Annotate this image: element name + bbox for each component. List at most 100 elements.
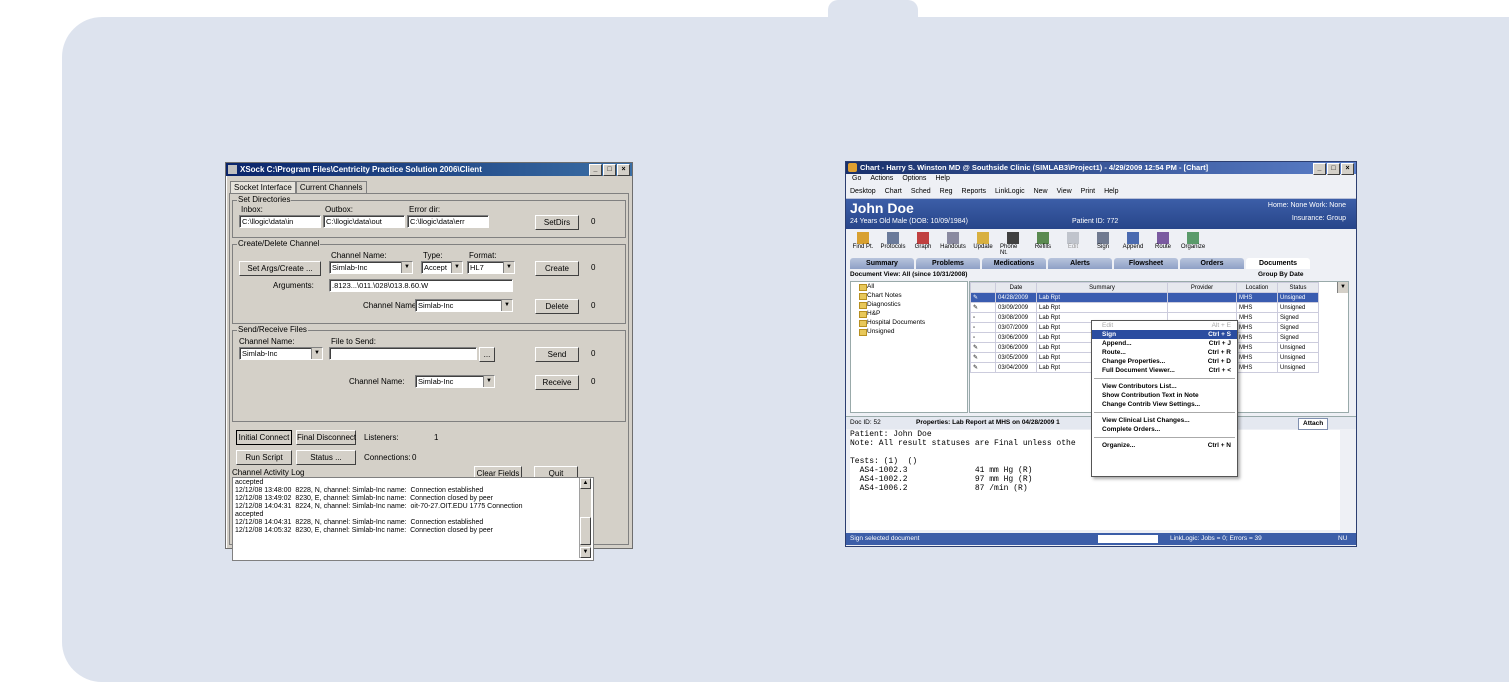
organize-button[interactable]: Organize	[1180, 230, 1206, 256]
toolbar-print[interactable]: Print	[1081, 188, 1095, 195]
type-select[interactable]: Accept	[421, 261, 463, 274]
outbox-field[interactable]: C:\llogic\data\out	[323, 215, 405, 228]
create-button[interactable]: Create	[535, 261, 579, 276]
context-menu-item-route[interactable]: Route... Ctrl + R	[1092, 348, 1237, 357]
final-disconnect-button[interactable]: Final Disconnect	[296, 430, 356, 445]
graph-button[interactable]: Graph	[910, 230, 936, 256]
minimize-icon[interactable]: _	[589, 164, 602, 176]
tab-alerts[interactable]: Alerts	[1048, 258, 1112, 269]
refills-button[interactable]: Refills	[1030, 230, 1056, 256]
context-menu-item-view-clinical-list-changes[interactable]: View Clinical List Changes...	[1092, 416, 1237, 425]
toolbar-view[interactable]: View	[1057, 188, 1072, 195]
toolbar-reg[interactable]: Reg	[940, 188, 953, 195]
table-row[interactable]: ✎ 03/09/2009 Lab Rpt MHS Unsigned	[970, 302, 1320, 313]
initial-connect-button[interactable]: Initial Connect	[236, 430, 292, 445]
error-dir-field[interactable]: C:\llogic\data\err	[407, 215, 489, 228]
scroll-thumb[interactable]	[580, 517, 591, 545]
tab-socket-interface[interactable]: Socket Interface	[230, 181, 296, 193]
context-menu-item-full-document-viewer[interactable]: Full Document Viewer... Ctrl + <	[1092, 366, 1237, 375]
tab-current-channels[interactable]: Current Channels	[295, 181, 367, 193]
tree-item-unsigned[interactable]: Unsigned	[851, 327, 967, 336]
context-menu-item-show-contribution-text-in-note[interactable]: Show Contribution Text in Note	[1092, 391, 1237, 400]
context-menu-item-change-contrib-view-settings[interactable]: Change Contrib View Settings...	[1092, 400, 1237, 409]
col-provider[interactable]: Provider	[1167, 282, 1237, 293]
find-pt-button[interactable]: Find Pt.	[850, 230, 876, 256]
update-button[interactable]: Update	[970, 230, 996, 256]
context-menu-item-edit[interactable]: Edit Alt + E	[1092, 321, 1237, 330]
file-to-send-field[interactable]	[329, 347, 477, 360]
append-button[interactable]: Append	[1120, 230, 1146, 256]
inbox-field[interactable]: C:\llogic\data\in	[239, 215, 321, 228]
toolbar-chart[interactable]: Chart	[885, 188, 902, 195]
activity-log[interactable]: accepted 12/12/08 13:48:00 8228, N, chan…	[232, 477, 594, 561]
tree-item-chart-notes[interactable]: Chart Notes	[851, 291, 967, 300]
sign-button[interactable]: Sign	[1090, 230, 1116, 256]
maximize-icon[interactable]: □	[603, 164, 616, 176]
tab-orders[interactable]: Orders	[1180, 258, 1244, 269]
group-by-date-checkbox[interactable]: Group By Date	[1258, 271, 1304, 278]
tree-item-all[interactable]: All	[851, 282, 967, 291]
toolbar-help[interactable]: Help	[1104, 188, 1118, 195]
route-button[interactable]: Route	[1150, 230, 1176, 256]
channel-name-select[interactable]: Simlab-Inc	[329, 261, 413, 274]
chart-minimize-icon[interactable]: _	[1313, 163, 1326, 175]
set-args-create-button[interactable]: Set Args/Create ...	[239, 261, 321, 276]
tree-item-diagnostics[interactable]: Diagnostics	[851, 300, 967, 309]
delete-button[interactable]: Delete	[535, 299, 579, 314]
col-location[interactable]: Location	[1236, 282, 1278, 293]
channel-name-delete-select[interactable]: Simlab-Inc	[415, 299, 513, 312]
activity-log-scrollbar[interactable]: ▲ ▼	[579, 478, 591, 558]
set-dirs-button[interactable]: SetDirs	[535, 215, 579, 230]
chart-close-icon[interactable]: ×	[1341, 163, 1354, 175]
close-icon[interactable]: ×	[617, 164, 630, 176]
col-icon[interactable]	[970, 282, 996, 293]
scroll-down-icon[interactable]: ▼	[580, 547, 591, 558]
attach-button[interactable]: Attach	[1298, 418, 1329, 430]
context-menu-item-append[interactable]: Append... Ctrl + J	[1092, 339, 1237, 348]
context-menu-item-organize[interactable]: Organize... Ctrl + N	[1092, 441, 1237, 450]
receive-button[interactable]: Receive	[535, 375, 579, 390]
xsock-title-bar[interactable]: XSock C:\Program Files\Centricity Practi…	[226, 163, 632, 176]
tab-flowsheet[interactable]: Flowsheet	[1114, 258, 1178, 269]
tab-documents[interactable]: Documents	[1246, 258, 1310, 269]
toolbar-linklogic[interactable]: LinkLogic	[995, 188, 1025, 195]
toolbar-new[interactable]: New	[1034, 188, 1048, 195]
protocols-button[interactable]: Protocols	[880, 230, 906, 256]
context-menu-item-complete-orders[interactable]: Complete Orders...	[1092, 425, 1237, 434]
send-channel-select[interactable]: Simlab-Inc	[239, 347, 323, 360]
handouts-button[interactable]: Handouts	[940, 230, 966, 256]
arguments-field[interactable]: .8123...\011.\028\013.8.60.W	[329, 279, 513, 292]
browse-button[interactable]: ...	[479, 347, 495, 362]
menu-go[interactable]: Go	[852, 174, 861, 184]
table-row[interactable]: ✎ 04/28/2009 Lab Rpt MHS Unsigned	[970, 292, 1320, 303]
toolbar-sched[interactable]: Sched	[911, 188, 931, 195]
status-button[interactable]: Status ...	[296, 450, 356, 465]
col-status[interactable]: Status	[1277, 282, 1319, 293]
run-script-button[interactable]: Run Script	[236, 450, 292, 465]
receive-channel-select[interactable]: Simlab-Inc	[415, 375, 495, 388]
col-date[interactable]: Date	[995, 282, 1037, 293]
context-menu-item-view-contributors-list[interactable]: View Contributors List...	[1092, 382, 1237, 391]
col-summary[interactable]: Summary	[1036, 282, 1168, 293]
context-menu-item-sign[interactable]: Sign Ctrl + S	[1092, 330, 1237, 339]
menu-options[interactable]: Options	[902, 174, 926, 184]
tab-problems[interactable]: Problems	[916, 258, 980, 269]
phone-note-button[interactable]: Phone Nt.	[1000, 230, 1026, 256]
tree-item-hp[interactable]: H&P	[851, 309, 967, 318]
chart-title-bar[interactable]: Chart - Harry S. Winston MD @ Southside …	[846, 162, 1356, 175]
tree-item-hospital-documents[interactable]: Hospital Documents	[851, 318, 967, 327]
context-menu-item-change-properties[interactable]: Change Properties... Ctrl + D	[1092, 357, 1237, 366]
scroll-up-icon[interactable]: ▲	[580, 478, 591, 489]
menu-help[interactable]: Help	[935, 174, 949, 184]
document-view-label[interactable]: Document View: All (since 10/31/2008)	[850, 271, 967, 278]
context-menu-item-label: Show Contribution Text in Note	[1102, 392, 1199, 399]
edit-button[interactable]: Edit	[1060, 230, 1086, 256]
tab-summary[interactable]: Summary	[850, 258, 914, 269]
tab-medications[interactable]: Medications	[982, 258, 1046, 269]
send-button[interactable]: Send	[535, 347, 579, 362]
menu-actions[interactable]: Actions	[870, 174, 893, 184]
toolbar-desktop[interactable]: Desktop	[850, 188, 876, 195]
format-select[interactable]: HL7	[467, 261, 515, 274]
toolbar-reports[interactable]: Reports	[962, 188, 987, 195]
chart-maximize-icon[interactable]: □	[1327, 163, 1340, 175]
